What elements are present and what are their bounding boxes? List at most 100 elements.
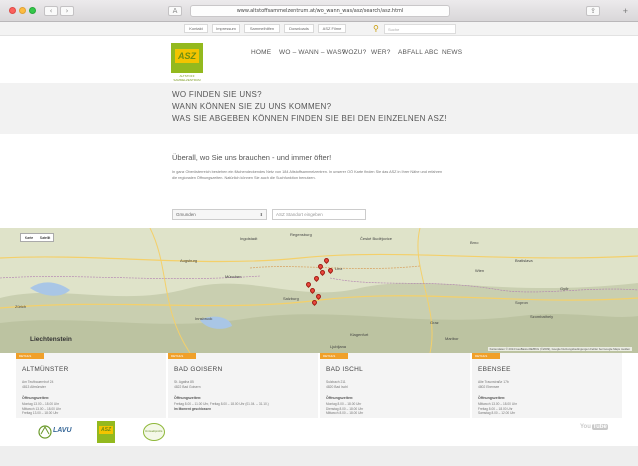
location-card: DETAILS BAD ISCHL Sulzbach 211 4820 Bad … <box>320 353 470 423</box>
location-address: Alte Traunstraße 17b 4802 Ebensee <box>478 380 509 389</box>
link-downloads[interactable]: Downloads <box>284 24 314 33</box>
map-label: Zürich <box>15 304 27 309</box>
hours-line: Im Moment geschlossen <box>174 406 212 411</box>
lavu-logo-text: LAVU <box>53 427 72 434</box>
link-asz-filme[interactable]: ASZ Filme <box>318 24 346 33</box>
district-select-value: Gmunden <box>176 212 196 217</box>
utility-bar: Kontakt Impressum Sammelhilfen Downloads… <box>0 22 638 36</box>
details-button[interactable]: DETAILS <box>320 353 348 359</box>
zoom-window-button[interactable] <box>29 7 36 14</box>
location-card: DETAILS ALTMÜNSTER Am Teufbauernhof 24 4… <box>16 353 166 423</box>
map-label: Szombathely <box>530 314 554 319</box>
map-terrain <box>0 228 638 353</box>
close-window-button[interactable] <box>9 7 16 14</box>
new-tab-button[interactable]: + <box>623 7 628 16</box>
details-button[interactable]: DETAILS <box>16 353 44 359</box>
map-label: České Budějovice <box>360 236 393 241</box>
address-line: 4813 Altmünster <box>22 384 46 389</box>
body-paragraph: In ganz Oberösterreich bestehen ein fläc… <box>172 170 443 174</box>
intro-line: WO FINDEN SIE UNS? <box>172 90 262 99</box>
youtube-prefix: You <box>580 424 591 430</box>
asz-footer-logo[interactable]: ASZ <box>97 421 115 443</box>
district-select[interactable]: Gmunden ⬍ <box>172 209 267 220</box>
map-label: Augsburg <box>180 258 198 263</box>
address-bar[interactable]: www.altstoffsammelzentrum.at/wo_wann_was… <box>190 5 450 17</box>
share-button[interactable]: ⇪ <box>586 6 600 16</box>
map-label-liechtenstein: Liechtenstein <box>30 336 72 343</box>
hours-line: Montag 13.00 – 18.00 Uhr <box>22 402 60 406</box>
map-label: Brno <box>470 240 479 245</box>
asz-footer-mark: ASZ <box>99 426 113 434</box>
logo-mark: ASZ <box>175 49 199 63</box>
location-search-field[interactable]: ASZ Standort eingeben <box>272 209 366 220</box>
logo-subtitle: ALTSTOFF SAMMELZENTRUM <box>173 74 201 82</box>
location-name: BAD ISCHL <box>326 366 364 373</box>
map-label: Maribor <box>445 336 459 341</box>
hours-list: Montag 13.00 – 18.00 Uhr Mittwoch 13.00 … <box>22 402 61 416</box>
nav-wozu[interactable]: WOZU? <box>342 49 366 56</box>
link-kontakt[interactable]: Kontakt <box>184 24 208 33</box>
address-line: 4802 Ebensee <box>478 384 500 389</box>
location-name: ALTMÜNSTER <box>22 366 69 373</box>
asz-logo[interactable]: ASZ <box>171 43 203 73</box>
map-label: Klagenfurt <box>350 332 369 337</box>
hours-list: Freitag 8.00 – 11.00 Uhr, Freitag 8.00 –… <box>174 402 269 411</box>
map-type-toggle[interactable]: Karte Satellit <box>20 233 54 242</box>
details-button[interactable]: DETAILS <box>472 353 500 359</box>
map-label: Graz <box>430 320 439 325</box>
page-bottom-shadow <box>0 446 638 466</box>
details-button[interactable]: DETAILS <box>168 353 196 359</box>
hours-list: Mittwoch 13.00 – 18.00 Uhr Freitag 8.00 … <box>478 402 517 416</box>
hours-line: Mittwoch 8.00 – 18.00 Uhr <box>326 411 364 416</box>
hours-line: Samstag 8.00 – 12.00 Uhr <box>478 411 516 416</box>
link-sammelhilfen[interactable]: Sammelhilfen <box>244 24 280 33</box>
map-attribution[interactable]: Kartendaten © 2014 GeoBasis-DE/BKG (©200… <box>487 347 632 351</box>
location-card: DETAILS EBENSEE Alte Traunstraße 17b 480… <box>472 353 622 423</box>
map-label: Wien <box>475 268 485 273</box>
hours-title: Öffnungszeiten: <box>174 396 202 400</box>
map-label: Sopron <box>515 300 528 305</box>
map-label: Ingolstadt <box>240 236 258 241</box>
intro-band: WO FINDEN SIE UNS? WANN KÖNNEN SIE ZU UN… <box>0 83 638 134</box>
location-address: St. Agatha 85 4822 Bad Goisern <box>174 380 201 389</box>
nav-home[interactable]: HOME <box>251 49 271 56</box>
hours-line: Freitag 8.00 – 11.00 Uhr, Freitag 8.00 –… <box>174 402 269 406</box>
youtube-suffix: Tube <box>591 424 608 430</box>
location-card: DETAILS BAD GOISERN St. Agatha 85 4822 B… <box>168 353 318 423</box>
map-label: München <box>225 274 242 279</box>
address-line: 4820 Bad Ischl <box>326 384 348 389</box>
nav-news[interactable]: NEWS <box>442 49 462 56</box>
hours-title: Öffnungszeiten: <box>478 396 506 400</box>
map-type-satellit[interactable]: Satellit <box>37 234 53 242</box>
hours-list: Montag 8.00 – 18.00 Uhr Dienstag 8.00 – … <box>326 402 363 416</box>
intro-line: WAS SIE ABGEBEN KÖNNEN FINDEN SIE BEI DE… <box>172 114 447 123</box>
location-name: BAD GOISERN <box>174 366 223 373</box>
magnifier-icon[interactable]: ⚲ <box>373 23 379 34</box>
umweltprofis-logo[interactable]: Umweltprofis <box>143 421 167 443</box>
select-arrow-icon: ⬍ <box>259 212 263 217</box>
lavu-logo[interactable]: LAVU <box>38 421 76 443</box>
address-line: Am Teufbauernhof 24 <box>22 380 54 384</box>
reader-button[interactable]: A <box>168 6 182 16</box>
nav-wo-wann-was[interactable]: WO – WANN – WAS? <box>279 49 346 56</box>
map-label: Bratislava <box>515 258 533 263</box>
youtube-link[interactable]: You Tube <box>580 424 608 430</box>
nav-abfall-abc[interactable]: ABFALL ABC <box>398 49 438 56</box>
browser-toolbar: ‹ › A www.altstoffsammelzentrum.at/wo_wa… <box>0 0 638 22</box>
footer: LAVU ASZ Umweltprofis <box>0 418 638 446</box>
search-input[interactable]: Suche <box>384 24 456 34</box>
hours-line: Montag 8.00 – 18.00 Uhr <box>326 402 362 406</box>
minimize-window-button[interactable] <box>19 7 26 14</box>
map-label: Salzburg <box>283 296 299 301</box>
map-label: Linz <box>335 266 343 271</box>
map-type-karte[interactable]: Karte <box>21 234 37 242</box>
location-name: EBENSEE <box>478 366 511 373</box>
forward-button[interactable]: › <box>60 6 74 16</box>
back-button[interactable]: ‹ <box>44 6 58 16</box>
intro-line: WANN KÖNNEN SIE ZU UNS KOMMEN? <box>172 102 332 111</box>
nav-wer[interactable]: WER? <box>371 49 391 56</box>
address-line: Sulzbach 211 <box>326 380 346 384</box>
location-map[interactable]: Karte Satellit Ingolstadt Regensburg Česk… <box>0 228 638 353</box>
link-impressum[interactable]: Impressum <box>212 24 240 33</box>
hours-title: Öffnungszeiten: <box>22 396 50 400</box>
